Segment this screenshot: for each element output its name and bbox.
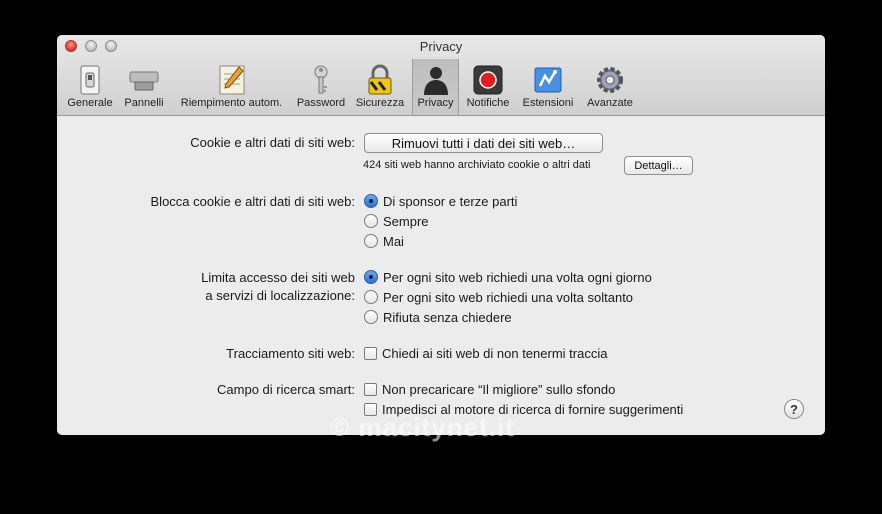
padlock-icon [368, 64, 392, 95]
checkbox-label: Non precaricare “Il migliore” sullo sfon… [382, 381, 616, 397]
block-cookies-label: Blocca cookie e altri dati di siti web: [150, 194, 355, 209]
location-option-deny[interactable]: Rifiuta senza chiedere [364, 308, 512, 326]
toolbar-label: Generale [67, 97, 113, 109]
smart-search-label: Campo di ricerca smart: [217, 382, 355, 397]
radio-label: Di sponsor e terze parti [383, 193, 518, 209]
radio-label: Sempre [383, 213, 429, 229]
switch-icon [80, 65, 100, 95]
checkbox-label: Chiedi ai siti web di non tenermi tracci… [382, 345, 608, 361]
toolbar-item-avanzate[interactable]: Avanzate [582, 61, 638, 115]
window-title: Privacy [419, 39, 463, 54]
toolbar-item-privacy[interactable]: Privacy [412, 59, 459, 115]
toolbar-item-password[interactable]: Password [294, 61, 348, 115]
privacy-pane: Cookie e altri dati di siti web: Rimuovi… [57, 116, 825, 435]
gear-icon [597, 67, 623, 93]
toolbar-label: Password [296, 97, 346, 109]
cookies-info-text: 424 siti web hanno archiviato cookie o a… [363, 159, 591, 171]
toolbar-label: Avanzate [587, 97, 633, 109]
tabs-icon [129, 71, 159, 91]
radio-label: Rifiuta senza chiedere [383, 309, 512, 325]
toolbar-item-notifiche[interactable]: Notifiche [462, 61, 514, 115]
radio-button[interactable] [364, 290, 378, 304]
radio-button[interactable] [364, 270, 378, 284]
remove-all-website-data-button[interactable]: Rimuovi tutti i dati dei siti web… [364, 133, 603, 153]
watermark: © macitynet.it [330, 412, 515, 442]
toolbar-item-generale[interactable]: Generale [64, 61, 116, 115]
block-option-never[interactable]: Mai [364, 232, 404, 250]
toolbar-item-riempimento[interactable]: Riempimento autom. [172, 61, 291, 115]
checkbox[interactable] [364, 382, 377, 396]
location-option-once[interactable]: Per ogni sito web richiedi una volta sol… [364, 288, 633, 306]
radio-label: Mai [383, 233, 404, 249]
toolbar-item-estensioni[interactable]: Estensioni [518, 61, 578, 115]
location-label-line1: Limita accesso dei siti web [201, 270, 355, 285]
tracking-label: Tracciamento siti web: [226, 346, 355, 361]
radio-label: Per ogni sito web richiedi una volta sol… [383, 289, 634, 305]
radio-button[interactable] [364, 234, 378, 248]
preferences-window: Privacy Generale Pannelli Riempimento au… [57, 35, 825, 435]
location-option-daily[interactable]: Per ogni sito web richiedi una volta ogn… [364, 268, 652, 286]
block-option-sponsor[interactable]: Di sponsor e terze parti [364, 192, 517, 210]
person-silhouette-icon [423, 67, 448, 95]
toolbar-label: Privacy [417, 97, 454, 109]
toolbar-item-pannelli[interactable]: Pannelli [120, 61, 168, 115]
pencil-form-icon [219, 65, 244, 95]
toolbar-label: Estensioni [522, 97, 574, 109]
do-not-track-option[interactable]: Chiedi ai siti web di non tenermi tracci… [364, 344, 607, 362]
location-label-line2: a servizi di localizzazione: [205, 288, 355, 303]
checkbox[interactable] [364, 346, 377, 360]
block-option-always[interactable]: Sempre [364, 212, 429, 230]
toolbar-item-sicurezza[interactable]: Sicurezza [352, 61, 408, 115]
radio-label: Per ogni sito web richiedi una volta ogn… [383, 269, 652, 285]
help-button[interactable]: ? [784, 399, 804, 419]
radio-button[interactable] [364, 214, 378, 228]
cookies-label: Cookie e altri dati di siti web: [190, 135, 355, 150]
puzzle-icon [534, 67, 562, 93]
notification-record-icon [473, 65, 503, 95]
toolbar-label: Pannelli [124, 97, 164, 109]
radio-button[interactable] [364, 194, 378, 208]
toolbar-label: Riempimento autom. [180, 97, 283, 109]
radio-button[interactable] [364, 310, 378, 324]
toolbar-label: Notifiche [466, 97, 510, 109]
title-toolbar: Privacy Generale Pannelli Riempimento au… [57, 35, 825, 116]
details-button[interactable]: Dettagli… [624, 156, 693, 175]
key-icon [314, 65, 328, 94]
no-preload-top-hit-option[interactable]: Non precaricare “Il migliore” sullo sfon… [364, 380, 615, 398]
toolbar-label: Sicurezza [355, 97, 405, 109]
